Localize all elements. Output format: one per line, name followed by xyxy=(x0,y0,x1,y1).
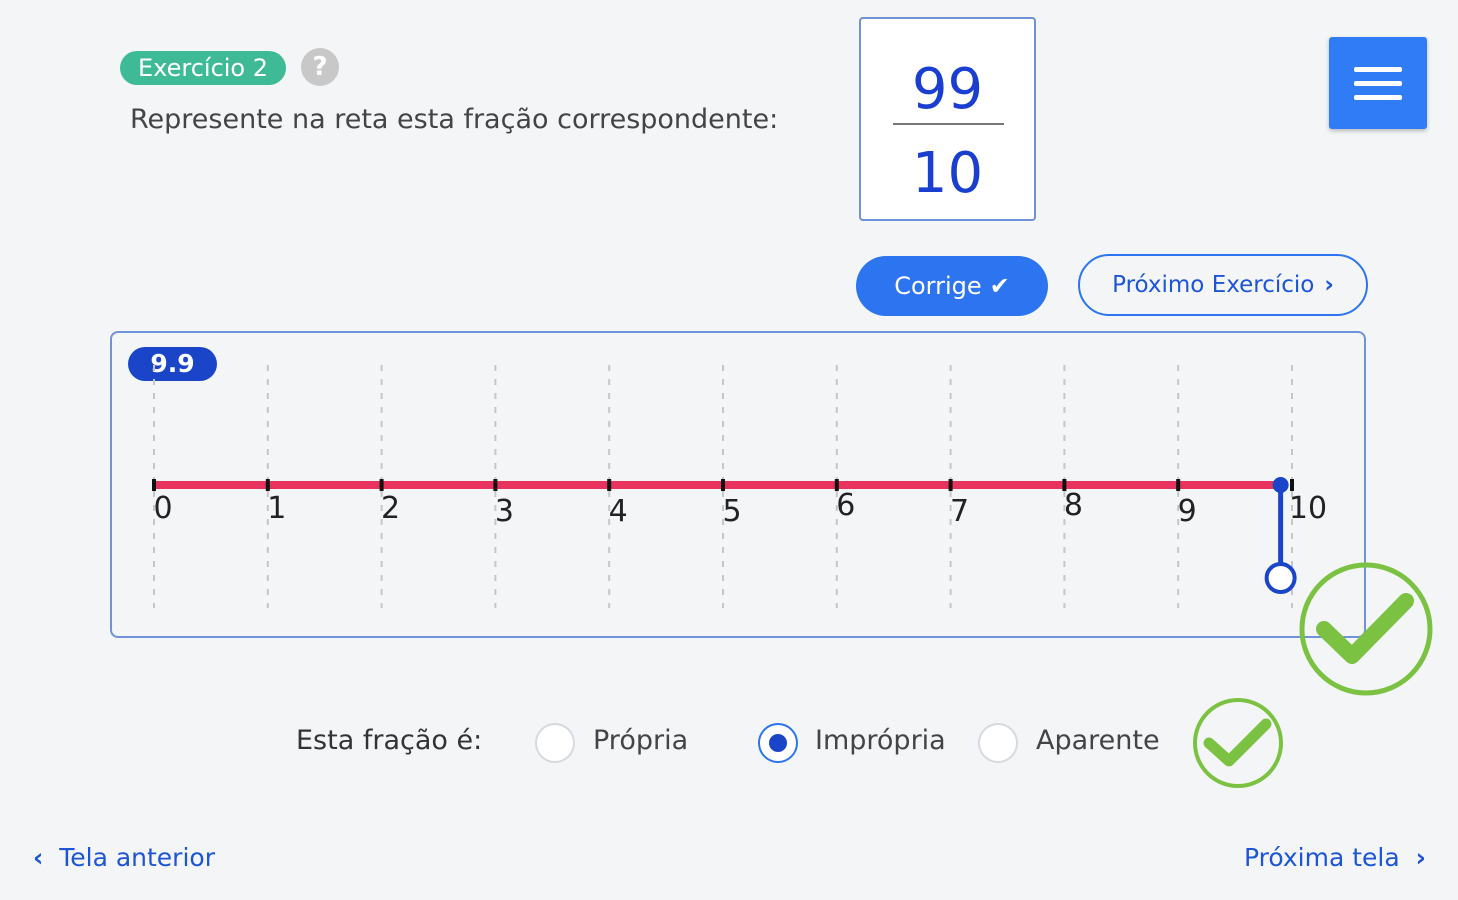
next-screen-label: Próxima tela xyxy=(1244,843,1400,872)
marker-dot xyxy=(1272,477,1289,493)
previous-screen-link[interactable]: ‹ Tela anterior xyxy=(33,843,215,872)
radio-label-impropria: Imprópria xyxy=(815,725,946,756)
chevron-right-icon: › xyxy=(1415,843,1426,872)
tick-label: 2 xyxy=(381,491,400,526)
tick-label: 0 xyxy=(153,491,172,526)
tick-label: 4 xyxy=(609,494,628,529)
next-screen-link[interactable]: Próxima tela › xyxy=(1244,843,1426,872)
tick-label: 8 xyxy=(1064,488,1083,523)
tick-label: 5 xyxy=(722,494,741,529)
radio-label-propria: Própria xyxy=(593,725,689,756)
radio-impropria[interactable] xyxy=(758,723,798,763)
green-check-circle-icon xyxy=(1299,562,1433,696)
tick-label: 9 xyxy=(1178,494,1197,529)
radio-label-aparente: Aparente xyxy=(1036,725,1160,756)
tick-label: 3 xyxy=(495,494,514,529)
marker-drag-handle[interactable] xyxy=(1264,562,1297,594)
tick-label: 1 xyxy=(267,491,286,526)
classification-question: Esta fração é: xyxy=(296,725,483,756)
tick-label: 7 xyxy=(950,494,969,529)
green-check-circle-icon xyxy=(1193,698,1283,788)
previous-screen-label: Tela anterior xyxy=(59,843,215,872)
radio-aparente[interactable] xyxy=(978,723,1018,763)
number-line-labels: 0 1 2 3 4 5 6 7 8 9 10 xyxy=(153,488,1327,529)
radio-propria[interactable] xyxy=(535,723,575,763)
chevron-left-icon: ‹ xyxy=(33,843,44,872)
tick-label: 10 xyxy=(1289,491,1327,526)
tick-label: 6 xyxy=(836,488,855,523)
